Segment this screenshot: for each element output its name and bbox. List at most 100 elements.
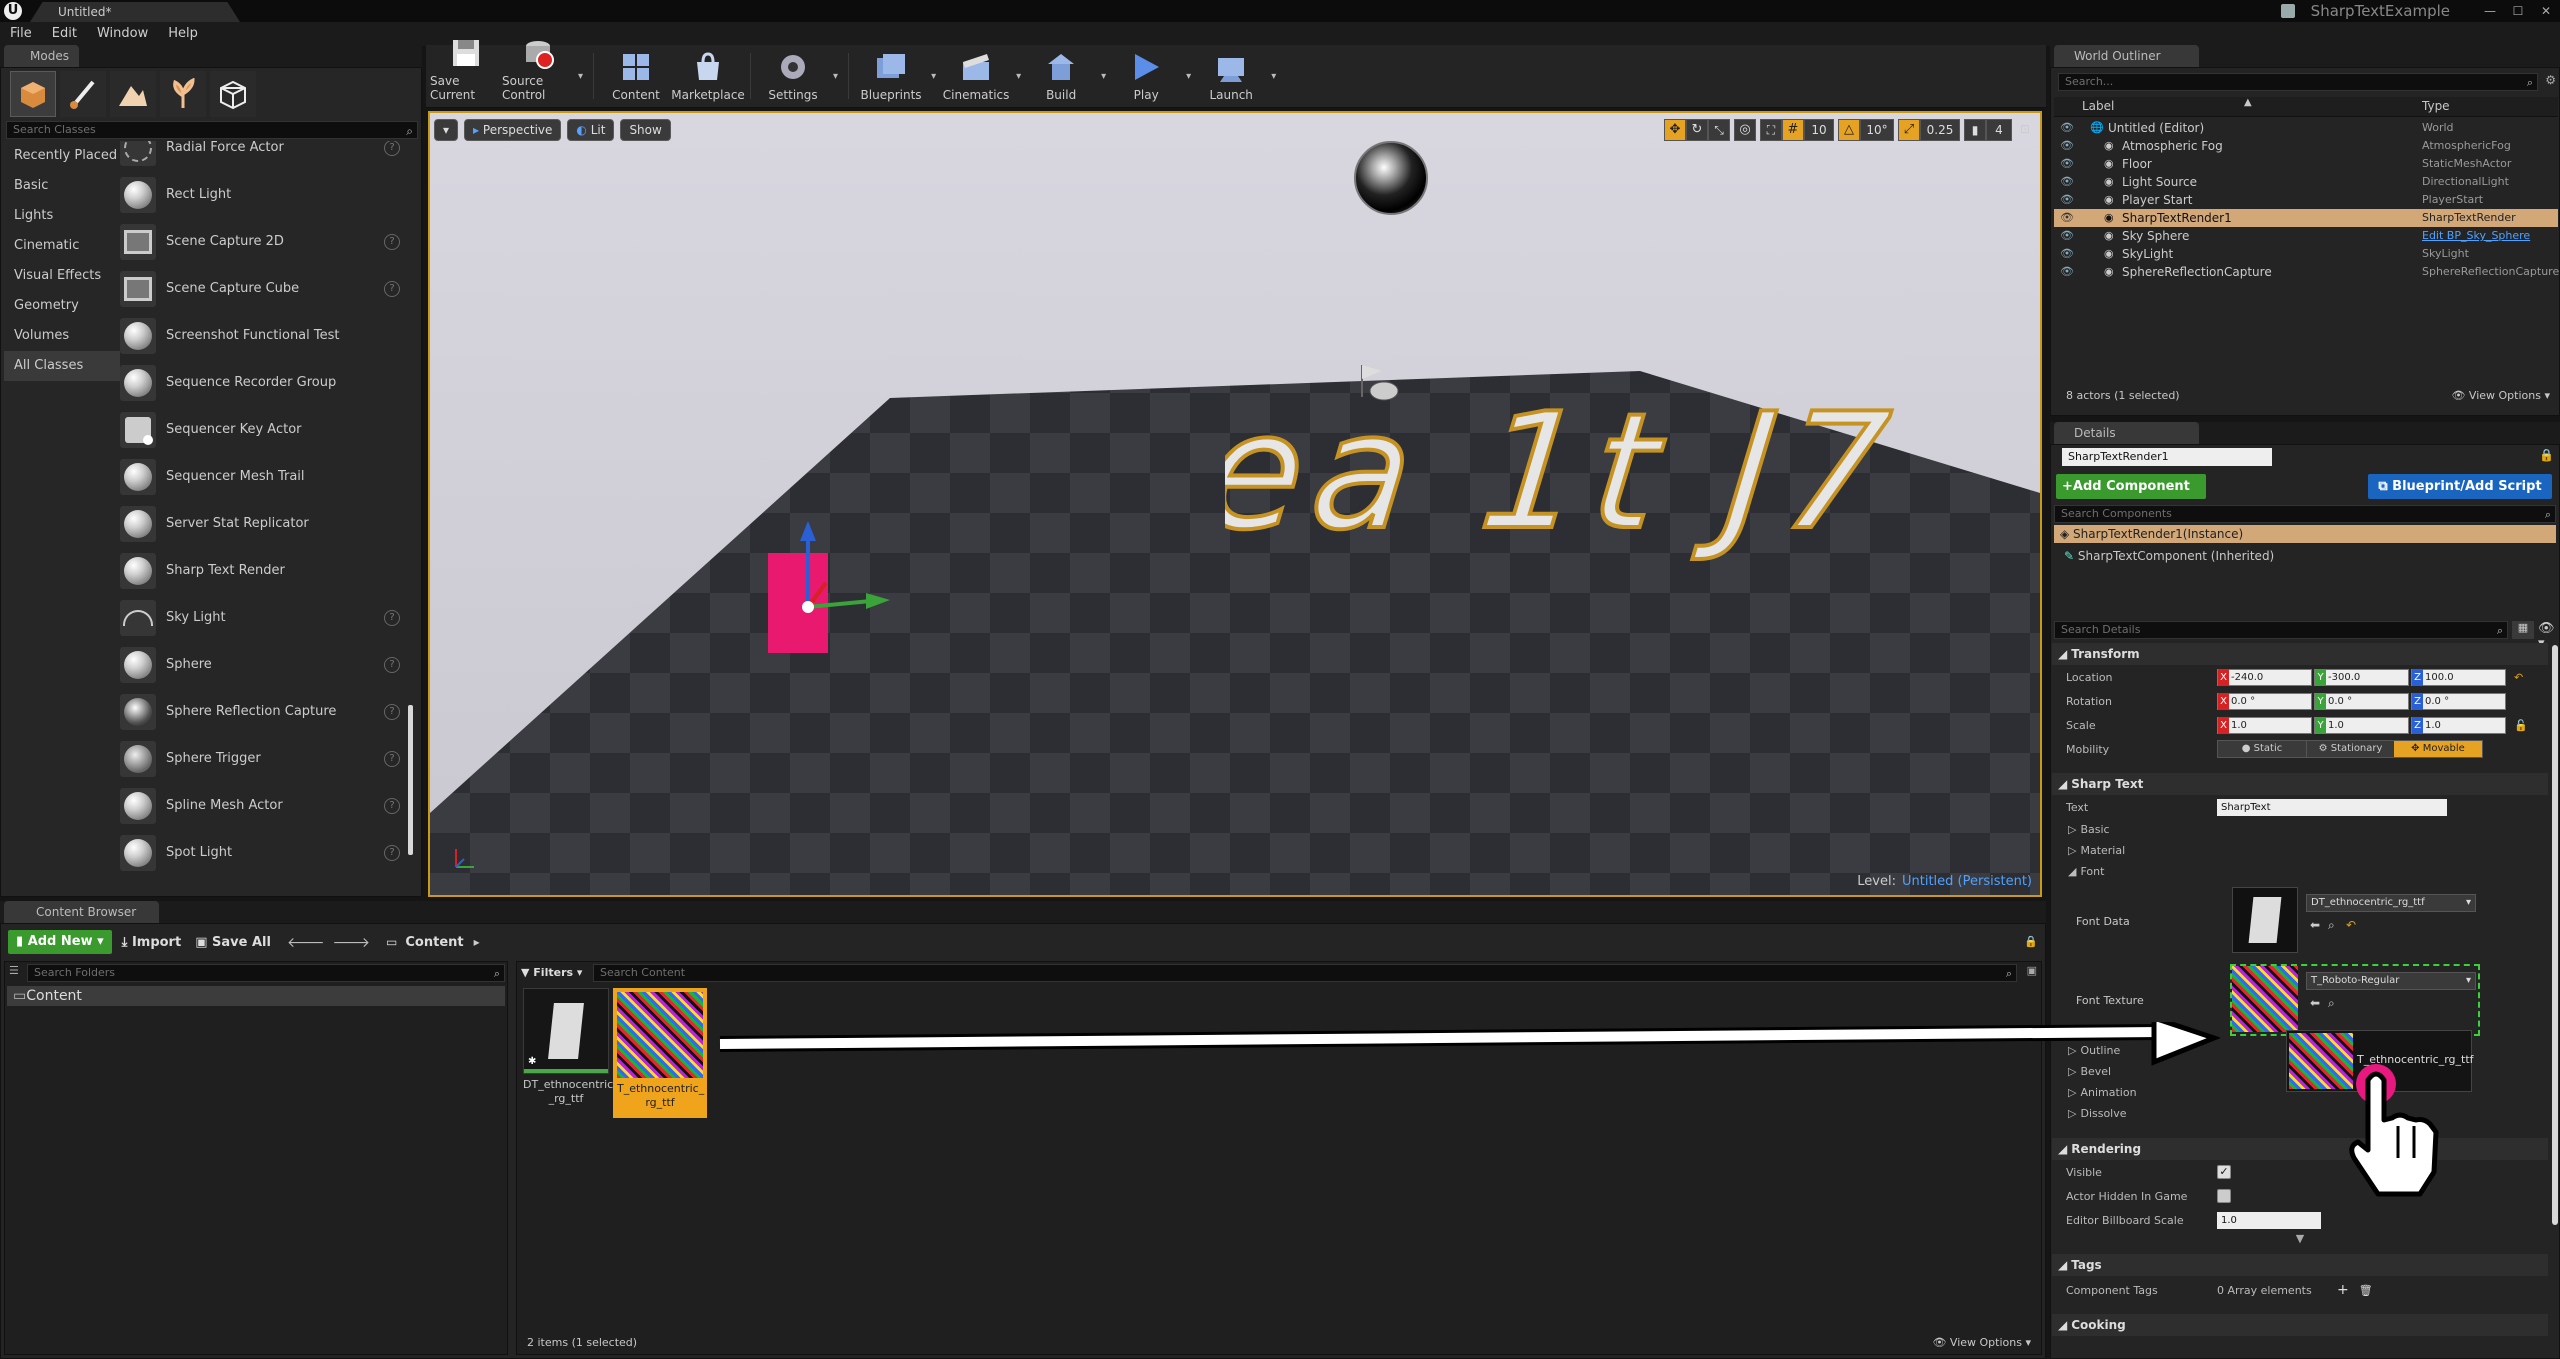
advanced-expand-icon[interactable]: ▼ [2052, 1232, 2548, 1250]
use-selected-icon[interactable]: ⬅ [2310, 996, 2320, 1010]
rotation-snap-value[interactable]: 10° [1860, 119, 1894, 141]
foliage-mode-icon[interactable] [160, 71, 206, 117]
location-y-field[interactable]: Y -300.0 [2314, 668, 2409, 686]
search-classes-input[interactable]: Search Classes ⌕ [6, 121, 418, 139]
font-texture-thumbnail[interactable] [2232, 966, 2298, 1032]
class-item[interactable]: Scene Capture Cube? [120, 265, 412, 312]
sharp-text-actor[interactable]: ea 1t J7 [1225, 388, 2040, 568]
class-item[interactable]: Sequencer Key Actor [120, 406, 412, 453]
build-button[interactable]: Build [1025, 45, 1097, 107]
visibility-eye-icon[interactable]: 👁 [2060, 263, 2074, 281]
cinematics-button[interactable]: Cinematics [940, 45, 1012, 107]
add-element-icon[interactable]: + [2337, 1282, 2349, 1298]
document-tab[interactable]: Untitled* [30, 2, 240, 22]
details-tab[interactable]: Details [2054, 422, 2199, 444]
scale-label[interactable]: Scale [2052, 719, 2217, 732]
cooking-section[interactable]: ◢ Cooking [2052, 1314, 2548, 1336]
rotation-x-field[interactable]: X 0.0 ° [2217, 692, 2312, 710]
path-chevron-icon[interactable]: ▸ [474, 935, 480, 949]
modes-tab[interactable]: Modes [4, 45, 79, 67]
maximize-icon[interactable]: ☐ [2504, 4, 2532, 18]
class-item[interactable]: Screenshot Functional Test [120, 312, 412, 359]
paint-mode-icon[interactable] [60, 71, 106, 117]
delete-elements-icon[interactable]: 🗑 [2359, 1284, 2373, 1297]
world-outliner-tab[interactable]: World Outliner [2054, 45, 2199, 67]
level-name[interactable]: Untitled (Persistent) [1902, 874, 2032, 889]
reset-icon[interactable]: ↶ [2514, 671, 2523, 684]
sky-sphere-actor[interactable] [1354, 141, 1428, 215]
visibility-eye-icon[interactable]: 👁 [2060, 191, 2074, 209]
content-browser-tab[interactable]: Content Browser [4, 901, 159, 923]
outliner-row[interactable]: 👁 🌐 Untitled (Editor) World [2054, 119, 2558, 137]
grid-snap-icon[interactable]: # [1782, 119, 1804, 141]
dropdown-chevron-icon[interactable]: ▾ [931, 71, 936, 82]
source-control-button[interactable]: Source Control [502, 41, 574, 107]
level-viewport[interactable]: ea 1t J7 ▾ ▸ Perspective ◐ Lit Show ✥ ↻ … [428, 111, 2042, 897]
outliner-row[interactable]: 👁 ◉ SphereReflectionCapture SphereReflectio… [2054, 263, 2559, 281]
close-icon[interactable]: ✕ [2532, 4, 2560, 18]
content-button[interactable]: Content [600, 45, 672, 107]
scale-x-field[interactable]: X 1.0 [2217, 716, 2312, 734]
class-item[interactable]: Sequence Recorder Group [120, 359, 412, 406]
maximize-viewport-icon[interactable]: ⊡ [2016, 119, 2034, 141]
outliner-row[interactable]: 👁 ◉ Floor StaticMeshActor [2054, 155, 2558, 173]
asset-tile-selected[interactable]: T_ethnocentric_ rg_ttf [613, 988, 707, 1118]
search-content-input[interactable]: Search Content ⌕ [593, 964, 2017, 982]
font-data-thumbnail[interactable] [2232, 887, 2298, 953]
help-icon[interactable]: ? [384, 797, 400, 814]
menu-help[interactable]: Help [158, 22, 208, 46]
actor-type[interactable]: Edit BP_Sky_Sphere [2422, 227, 2530, 245]
category-lights[interactable]: Lights [4, 201, 120, 231]
content-folder-row[interactable]: ▭Content [7, 986, 505, 1006]
property-matrix-icon[interactable]: ▦ [2512, 621, 2534, 639]
mobility-movable[interactable]: ✥ Movable [2394, 741, 2482, 757]
basic-group[interactable]: ▷ Basic [2052, 819, 2548, 840]
rotation-y-field[interactable]: Y 0.0 ° [2314, 692, 2409, 710]
mobility-static[interactable]: ● Static [2218, 741, 2306, 757]
menu-edit[interactable]: Edit [42, 22, 87, 46]
outliner-settings-icon[interactable]: ⚙ [2545, 73, 2556, 87]
transform-section[interactable]: ◢ Transform [2052, 643, 2548, 665]
back-arrow-icon[interactable]: 🡐 [287, 934, 325, 951]
dropdown-chevron-icon[interactable]: ▾ [833, 71, 838, 82]
font-group[interactable]: ◢ Font [2052, 861, 2548, 882]
transform-gizmo[interactable] [766, 517, 896, 627]
class-item[interactable]: Sphere Trigger? [120, 735, 412, 782]
camera-speed-value[interactable]: 4 [1986, 119, 2012, 141]
location-x-field[interactable]: X -240.0 [2217, 668, 2312, 686]
location-label[interactable]: Location [2052, 671, 2217, 684]
forward-arrow-icon[interactable]: 🡒 [332, 934, 370, 951]
visibility-eye-icon[interactable]: 👁 [2060, 155, 2074, 173]
tags-section[interactable]: ◢ Tags [2052, 1254, 2548, 1276]
lit-button[interactable]: ◐ Lit [567, 119, 615, 141]
launch-button[interactable]: Launch [1195, 45, 1267, 107]
play-button[interactable]: Play [1110, 45, 1182, 107]
minimize-icon[interactable]: — [2476, 4, 2504, 18]
class-item[interactable]: Server Stat Replicator [120, 500, 412, 547]
world-local-icon[interactable]: ◎ [1734, 119, 1756, 141]
location-z-field[interactable]: Z 100.0 [2411, 668, 2506, 686]
dropdown-chevron-icon[interactable]: ▾ [1016, 71, 1021, 82]
class-list-scrollbar[interactable] [408, 705, 413, 855]
rendering-section[interactable]: ◢ Rendering [2052, 1138, 2548, 1160]
details-scrollbar[interactable] [2552, 645, 2558, 1225]
dropdown-chevron-icon[interactable]: ▾ [1101, 71, 1106, 82]
class-item[interactable]: Spline Mesh Actor? [120, 782, 412, 829]
col-label-header[interactable]: Label [2082, 99, 2114, 113]
outliner-search-input[interactable]: Search... ⌕ [2058, 73, 2538, 91]
scale-snap-value[interactable]: 0.25 [1920, 119, 1960, 141]
filters-button[interactable]: ▼ Filters ▾ [521, 964, 582, 982]
add-component-button[interactable]: +Add Component [2056, 474, 2206, 499]
mobility-stationary[interactable]: ⚙ Stationary [2306, 741, 2394, 757]
sources-toggle-icon[interactable]: ☰ [9, 964, 19, 977]
component-row[interactable]: ✎ SharpTextComponent (Inherited) [2064, 549, 2274, 563]
category-geometry[interactable]: Geometry [4, 291, 120, 321]
help-icon[interactable]: ? [384, 233, 400, 250]
blueprint-add-script-button[interactable]: ⧉ Blueprint/Add Script [2368, 474, 2552, 499]
visible-checkbox[interactable]: ✓ [2217, 1165, 2231, 1179]
outliner-row[interactable]: 👁 ◉ Player Start PlayerStart [2054, 191, 2558, 209]
search-components-input[interactable]: Search Components ⌕ [2054, 505, 2556, 523]
font-data-dropdown[interactable]: DT_ethnocentric_rg_ttf ▾ [2306, 894, 2476, 912]
help-icon[interactable]: ? [384, 750, 400, 767]
category-volumes[interactable]: Volumes [4, 321, 120, 351]
